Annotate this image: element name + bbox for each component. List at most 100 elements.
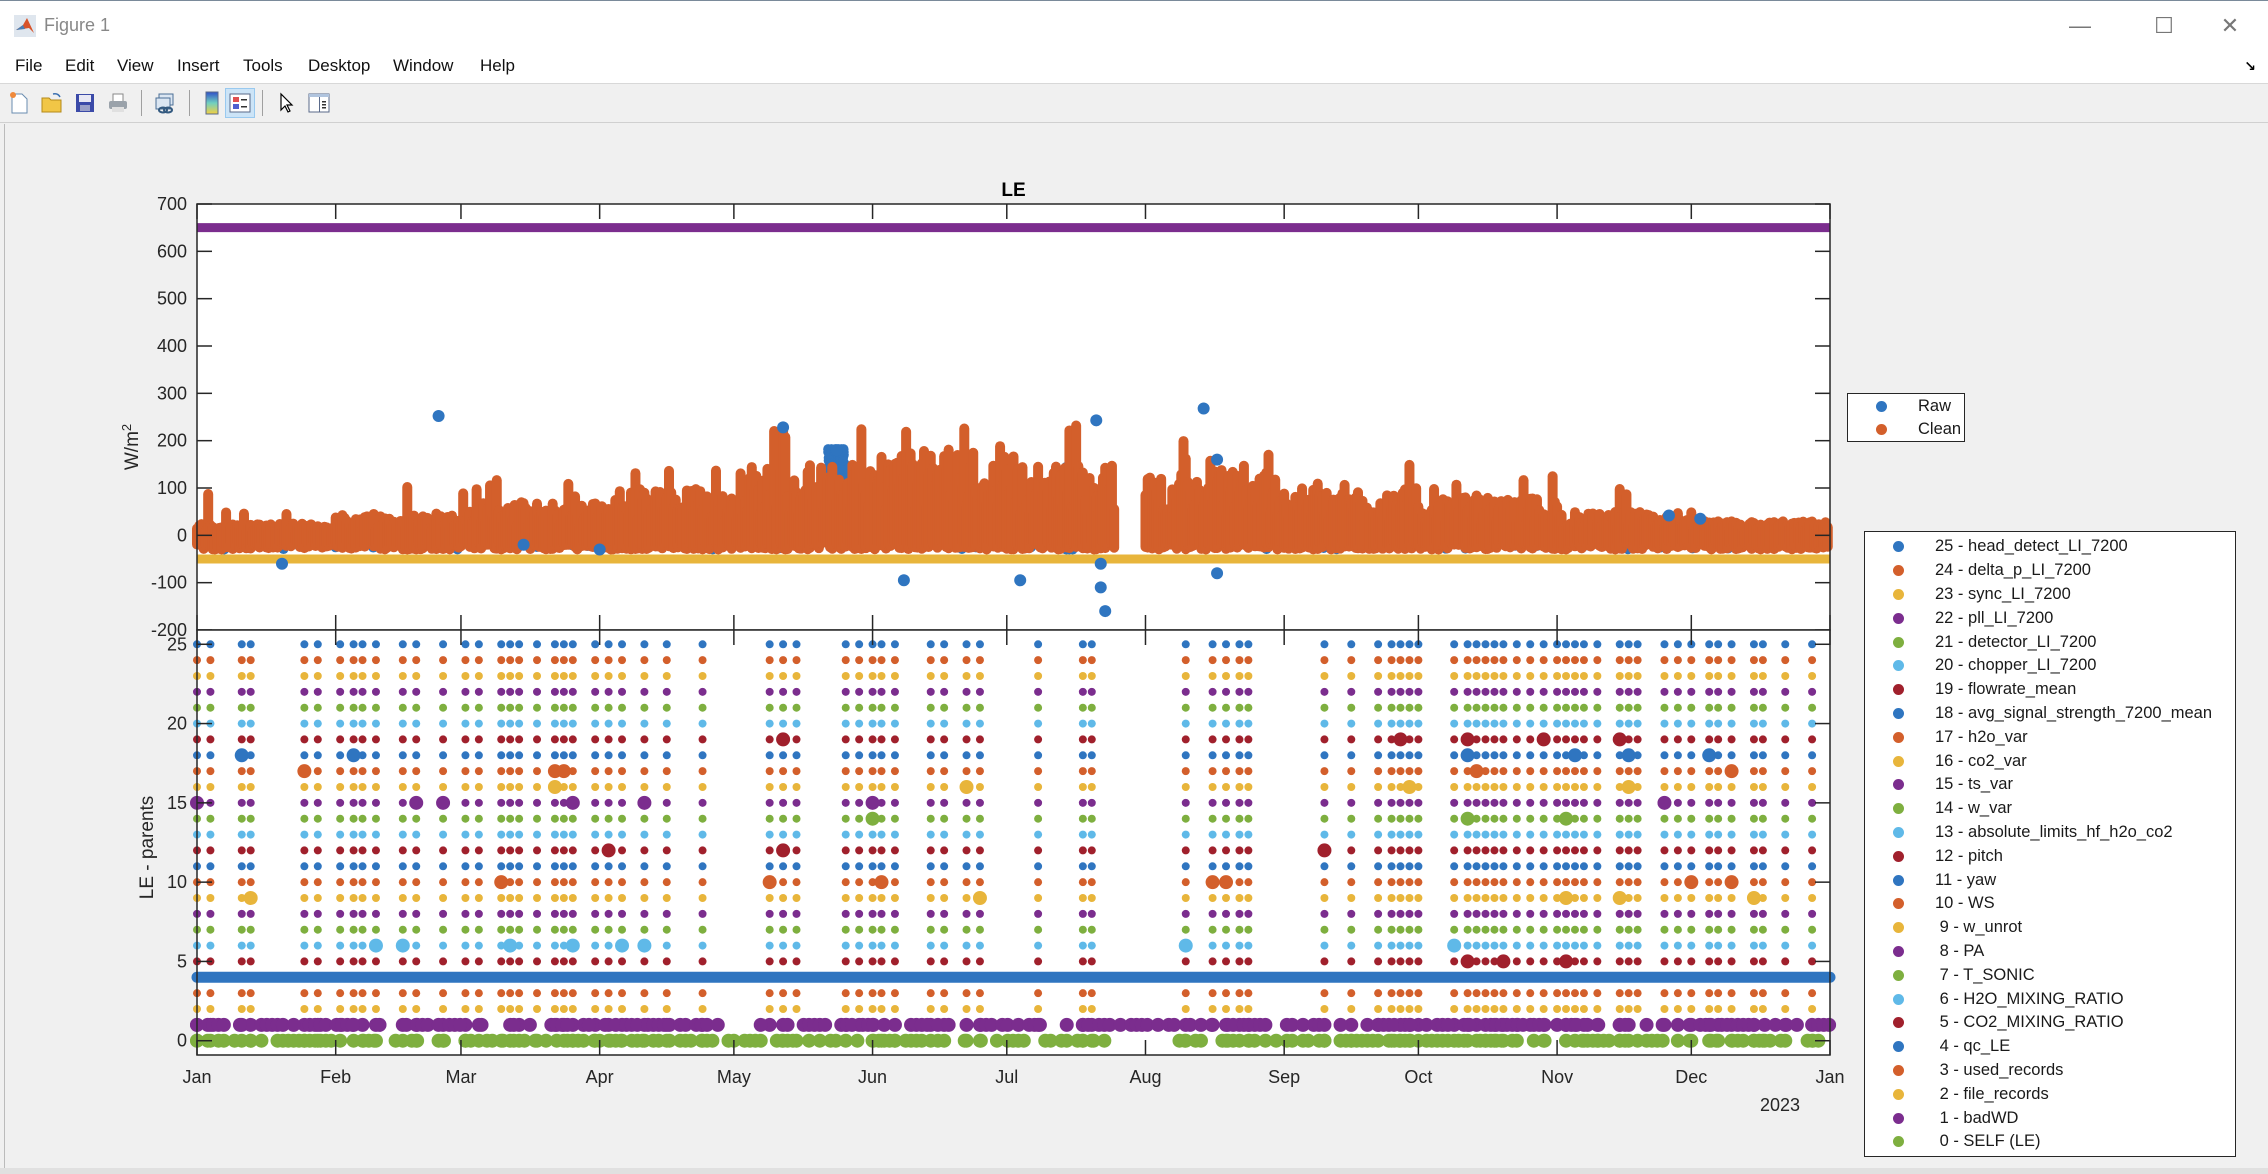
flag-point (398, 894, 407, 903)
flag-point (1673, 703, 1682, 712)
flag-point (533, 735, 542, 744)
flag-point (776, 732, 791, 747)
top-axes[interactable]: -200-1000100200300400500600700 LE W/m2 (119, 180, 1833, 640)
flag-point (877, 909, 886, 918)
bottom-axes[interactable]: Jan Feb Mar Apr May Jun Jul Aug Sep Oct Nov Dec Jan0… (137, 629, 1845, 1115)
legend-entry[interactable]: 1 - badWD (1865, 1106, 2235, 1130)
legend-entry[interactable]: Clean (1848, 418, 1964, 441)
flag-point (890, 925, 899, 934)
legend-label: 1 - badWD (1935, 1108, 2019, 1127)
flag-point (877, 814, 886, 823)
flag-point (412, 719, 421, 728)
flag-point (1414, 878, 1423, 887)
flag-point (349, 703, 358, 712)
legend-raw-clean[interactable]: Raw Clean (1847, 393, 1965, 442)
flag-point (1208, 989, 1217, 998)
legend-entry[interactable]: 0 - SELF (LE) (1865, 1130, 2235, 1154)
flag-point (506, 656, 515, 665)
legend-entry[interactable]: 23 - sync_LI_7200 (1865, 583, 2235, 607)
legend-entry[interactable]: 17 - h2o_var (1865, 725, 2235, 749)
legend-parents[interactable]: 25 - head_detect_LI_7200 24 - delta_p_LI_… (1864, 531, 2236, 1157)
legend-entry[interactable]: 3 - used_records (1865, 1059, 2235, 1083)
flag-point (206, 735, 215, 744)
legend-entry[interactable]: 8 - PA (1865, 940, 2235, 964)
flag-point (1687, 925, 1696, 934)
legend-entry[interactable]: 19 - flowrate_mean (1865, 678, 2235, 702)
flag-point (1374, 941, 1383, 950)
flag-point (1333, 1017, 1348, 1032)
flag-point (568, 719, 577, 728)
flag-point (474, 735, 483, 744)
flag-point (1512, 925, 1521, 934)
flag-point (1758, 687, 1767, 696)
flag-point (1633, 909, 1642, 918)
legend-entry[interactable]: 5 - CO2_MIXING_RATIO (1865, 1011, 2235, 1035)
flag-point (792, 941, 801, 950)
flag-point (1222, 814, 1231, 823)
legend-entry[interactable]: 16 - co2_var (1865, 749, 2235, 773)
flag-point (453, 1017, 468, 1032)
flag-point (868, 767, 877, 776)
flag-point (1562, 671, 1571, 680)
flag-point (372, 1017, 387, 1032)
legend-entry[interactable]: 22 - pll_LI_7200 (1865, 606, 2235, 630)
flag-point (1490, 909, 1499, 918)
flag-point (868, 703, 877, 712)
flag-point (1414, 656, 1423, 665)
flag-point (926, 814, 935, 823)
flag-point (1749, 846, 1758, 855)
flag-point (1705, 878, 1714, 887)
flag-point (568, 925, 577, 934)
flag-point (1235, 671, 1244, 680)
legend-entry[interactable]: 11 - yaw (1865, 868, 2235, 892)
legend-entry[interactable]: 9 - w_unrot (1865, 916, 2235, 940)
flag-point (962, 909, 971, 918)
legend-entry[interactable]: 21 - detector_LI_7200 (1865, 630, 2235, 654)
flag-point (962, 798, 971, 807)
flag-point (1387, 751, 1396, 760)
legend-entry[interactable]: 20 - chopper_LI_7200 (1865, 654, 2235, 678)
legend-entry[interactable]: 4 - qc_LE (1865, 1035, 2235, 1059)
legend-label: 20 - chopper_LI_7200 (1935, 656, 2097, 675)
flag-point (765, 782, 774, 791)
flag-point (1537, 1033, 1552, 1048)
flag-point (792, 782, 801, 791)
flag-point (371, 925, 380, 934)
flag-point (412, 830, 421, 839)
flag-point (1660, 830, 1669, 839)
legend-entry[interactable]: 13 - absolute_limits_hf_h2o_co2 (1865, 821, 2235, 845)
flag-point (1593, 830, 1602, 839)
legend-entry[interactable]: Raw (1848, 395, 1964, 418)
flag-point (515, 830, 524, 839)
flag-point (1235, 814, 1244, 823)
legend-entry[interactable]: 25 - head_detect_LI_7200 (1865, 535, 2235, 559)
legend-entry[interactable]: 6 - H2O_MIXING_RATIO (1865, 987, 2235, 1011)
flag-point (439, 941, 448, 950)
flag-point (568, 909, 577, 918)
flag-point (962, 814, 971, 823)
flag-point (559, 656, 568, 665)
flag-point (246, 782, 255, 791)
flag-point (1553, 703, 1562, 712)
flag-point (1387, 989, 1396, 998)
flag-point (618, 909, 627, 918)
legend-entry[interactable]: 7 - T_SONIC (1865, 963, 2235, 987)
flag-point (1374, 862, 1383, 871)
flag-point (474, 719, 483, 728)
legend-entry[interactable]: 2 - file_records (1865, 1082, 2235, 1106)
legend-entry[interactable]: 14 - w_var (1865, 797, 2235, 821)
flag-point (474, 640, 483, 649)
flag-point (1244, 909, 1253, 918)
flag-point (1633, 862, 1642, 871)
flag-point (868, 846, 877, 855)
legend-entry[interactable]: 15 - ts_var (1865, 773, 2235, 797)
flag-point (1687, 687, 1696, 696)
flag-point (779, 640, 788, 649)
legend-entry[interactable]: 24 - delta_p_LI_7200 (1865, 559, 2235, 583)
legend-label: 13 - absolute_limits_hf_h2o_co2 (1935, 822, 2173, 841)
legend-entry[interactable]: 18 - avg_signal_strength_7200_mean (1865, 702, 2235, 726)
flag-point (1078, 735, 1087, 744)
flag-point (940, 894, 949, 903)
legend-entry[interactable]: 10 - WS (1865, 892, 2235, 916)
legend-entry[interactable]: 12 - pitch (1865, 844, 2235, 868)
